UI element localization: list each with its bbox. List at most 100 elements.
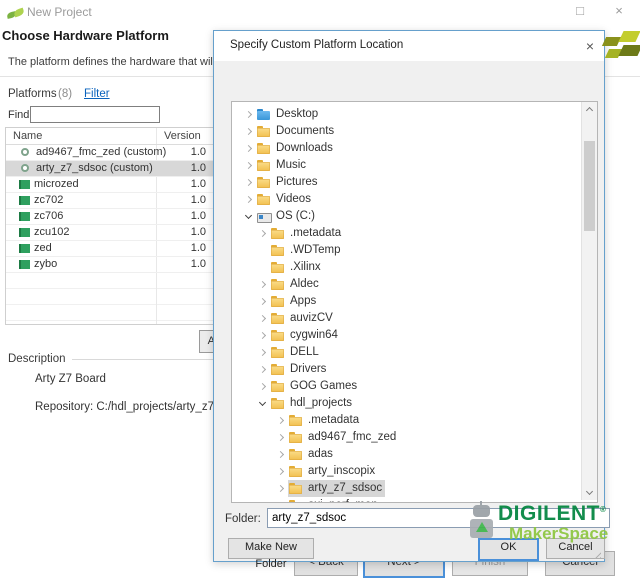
pictures-folder-icon xyxy=(257,177,272,189)
empty-table-row xyxy=(6,289,215,305)
chevron-right-icon[interactable] xyxy=(258,330,270,342)
chevron-right-icon[interactable] xyxy=(276,432,288,444)
table-row[interactable]: zcu102 1.0 xyxy=(6,225,215,241)
platform-icon xyxy=(19,196,30,205)
folder-icon xyxy=(271,313,286,325)
page-subtitle: The platform defines the hardware that w… xyxy=(8,56,230,68)
chevron-right-icon[interactable] xyxy=(276,449,288,461)
drive-icon xyxy=(257,211,272,223)
music-folder-icon xyxy=(257,160,272,172)
platform-name: arty_z7_sdsoc (custom) xyxy=(36,161,153,176)
table-row[interactable]: zybo 1.0 xyxy=(6,257,215,273)
tree-item-apps[interactable]: Apps xyxy=(232,293,580,310)
chevron-down-icon[interactable] xyxy=(244,211,256,223)
close-icon[interactable]: × xyxy=(609,3,629,19)
folder-icon xyxy=(289,449,304,461)
leaves-logo-icon xyxy=(604,30,640,64)
platform-icon xyxy=(19,244,30,253)
dialog-close-icon[interactable]: × xyxy=(580,36,600,56)
chevron-right-icon[interactable] xyxy=(276,415,288,427)
tree-item-adas[interactable]: adas xyxy=(232,446,580,463)
ok-button[interactable]: OK xyxy=(478,538,539,561)
tree-item-arty-z7-sdsoc[interactable]: arty_z7_sdsoc xyxy=(232,480,580,497)
chevron-right-icon[interactable] xyxy=(258,381,270,393)
scroll-up-icon[interactable] xyxy=(582,102,597,117)
chevron-right-icon[interactable] xyxy=(258,228,270,240)
custom-platform-icon xyxy=(21,164,29,172)
tree-item-arty-inscopix[interactable]: arty_inscopix xyxy=(232,463,580,480)
tree-item-aldec[interactable]: Aldec xyxy=(232,276,580,293)
tree-item-documents[interactable]: Documents xyxy=(232,123,580,140)
folder-input[interactable] xyxy=(267,508,610,528)
scroll-down-icon[interactable] xyxy=(582,485,597,500)
platform-icon xyxy=(19,228,30,237)
custom-platform-icon xyxy=(21,148,29,156)
tree-item-xilinx[interactable]: .Xilinx xyxy=(232,259,580,276)
platform-version: 1.0 xyxy=(156,161,216,176)
empty-table-row xyxy=(6,273,215,289)
chevron-right-icon[interactable] xyxy=(276,466,288,478)
make-new-folder-button[interactable]: Make New Folder xyxy=(228,538,314,559)
tree-item-metadata[interactable]: .metadata xyxy=(232,225,580,242)
tree-scrollbar[interactable] xyxy=(581,102,597,500)
chevron-right-icon[interactable] xyxy=(276,483,288,495)
table-row-selected[interactable]: arty_z7_sdsoc (custom) 1.0 xyxy=(6,161,215,177)
chevron-down-icon[interactable] xyxy=(258,398,270,410)
platforms-count: (8) xyxy=(58,88,72,100)
chevron-right-icon[interactable] xyxy=(276,500,288,504)
name-column-header[interactable]: Name xyxy=(13,128,42,144)
tree-item-desktop[interactable]: Desktop xyxy=(232,106,580,123)
dialog-titlebar: Specify Custom Platform Location × xyxy=(214,31,604,61)
maximize-icon[interactable]: □ xyxy=(570,3,590,19)
tree-item-os-c[interactable]: OS (C:) xyxy=(232,208,580,225)
chevron-right-icon[interactable] xyxy=(244,143,256,155)
folder-icon xyxy=(289,500,304,504)
tree-item-downloads[interactable]: Downloads xyxy=(232,140,580,157)
tree-item-ad9467-fmc-zed[interactable]: ad9467_fmc_zed xyxy=(232,429,580,446)
table-row[interactable]: zc702 1.0 xyxy=(6,193,215,209)
folder-tree-panel: Desktop Documents Downloads Music Pictur… xyxy=(231,101,598,503)
tree-item-hdl-projects[interactable]: hdl_projects xyxy=(232,395,580,412)
chevron-right-icon[interactable] xyxy=(258,347,270,359)
folder-icon xyxy=(271,347,286,359)
dialog-title: Specify Custom Platform Location xyxy=(230,39,403,51)
chevron-right-icon[interactable] xyxy=(244,126,256,138)
chevron-right-icon[interactable] xyxy=(244,177,256,189)
folder-icon xyxy=(271,262,286,274)
version-column-header[interactable]: Version xyxy=(164,128,201,144)
chevron-right-icon[interactable] xyxy=(244,160,256,172)
tree-item-metadata-2[interactable]: .metadata xyxy=(232,412,580,429)
platform-version: 1.0 xyxy=(156,177,216,192)
chevron-right-icon[interactable] xyxy=(258,313,270,325)
chevron-right-icon[interactable] xyxy=(258,296,270,308)
tree-item-pictures[interactable]: Pictures xyxy=(232,174,580,191)
tree-item-drivers[interactable]: Drivers xyxy=(232,361,580,378)
find-input[interactable] xyxy=(30,106,160,123)
table-row[interactable]: zed 1.0 xyxy=(6,241,215,257)
platform-version: 1.0 xyxy=(156,209,216,224)
chevron-right-icon[interactable] xyxy=(244,194,256,206)
chevron-right-icon[interactable] xyxy=(244,109,256,121)
empty-table-row xyxy=(6,305,215,321)
tree-item-auvizcv[interactable]: auvizCV xyxy=(232,310,580,327)
tree-item-axi-perf-mon[interactable]: axi_perf_mon xyxy=(232,497,580,503)
chevron-right-icon[interactable] xyxy=(258,279,270,291)
platform-version: 1.0 xyxy=(156,257,216,272)
table-row[interactable]: ad9467_fmc_zed (custom) 1.0 xyxy=(6,145,215,161)
tree-item-cygwin64[interactable]: cygwin64 xyxy=(232,327,580,344)
scrollbar-thumb[interactable] xyxy=(584,141,595,231)
platforms-label: Platforms xyxy=(8,88,57,100)
chevron-right-icon[interactable] xyxy=(258,364,270,376)
tree-item-dell[interactable]: DELL xyxy=(232,344,580,361)
desktop-folder-icon xyxy=(257,109,272,121)
table-row[interactable]: zc706 1.0 xyxy=(6,209,215,225)
tree-item-videos[interactable]: Videos xyxy=(232,191,580,208)
platform-icon xyxy=(19,180,30,189)
table-row[interactable]: microzed 1.0 xyxy=(6,177,215,193)
folder-icon xyxy=(271,364,286,376)
folder-icon xyxy=(271,296,286,308)
tree-item-gog-games[interactable]: GOG Games xyxy=(232,378,580,395)
filter-link[interactable]: Filter xyxy=(84,88,110,100)
tree-item-wdtemp[interactable]: .WDTemp xyxy=(232,242,580,259)
tree-item-music[interactable]: Music xyxy=(232,157,580,174)
